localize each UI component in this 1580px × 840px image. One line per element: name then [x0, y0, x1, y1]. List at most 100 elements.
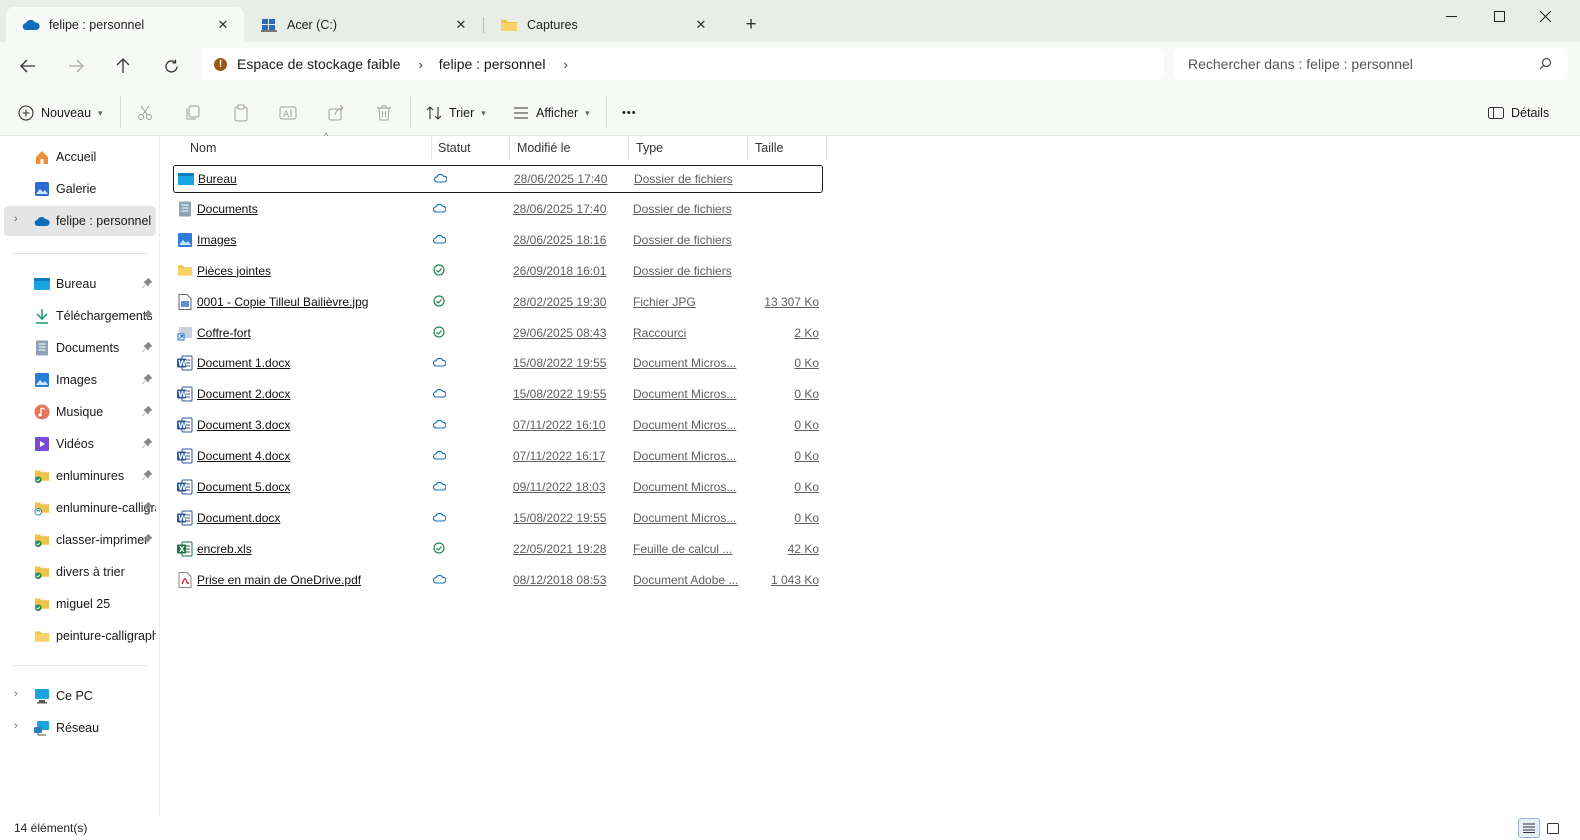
chevron-right-icon[interactable]: ›	[418, 57, 422, 72]
tiles-view-button[interactable]	[1542, 818, 1564, 838]
pin-icon[interactable]	[141, 469, 153, 483]
view-button[interactable]: Afficher ▾	[513, 98, 590, 128]
close-tab-icon[interactable]: ✕	[690, 14, 712, 36]
close-tab-icon[interactable]: ✕	[212, 14, 234, 36]
pin-icon[interactable]	[141, 533, 153, 547]
table-row[interactable]: W Document 2.docx 15/08/2022 19:55 Document…	[173, 381, 823, 409]
close-tab-icon[interactable]: ✕	[450, 14, 472, 36]
file-name[interactable]: Document 2.docx	[197, 387, 427, 401]
sidebar-item-peinture-calligraphie[interactable]: peinture-calligraphie	[4, 621, 156, 651]
refresh-button[interactable]	[155, 50, 187, 82]
rename-button[interactable]: A	[279, 98, 304, 128]
column-header-size[interactable]: Taille	[747, 136, 827, 160]
sidebar-item-ce-pc[interactable]: › Ce PC	[4, 681, 156, 711]
sidebar-item-videos[interactable]: Vidéos	[4, 429, 156, 459]
column-header-name[interactable]: Nom ^	[182, 131, 432, 160]
column-header-status[interactable]: Statut	[430, 136, 510, 160]
file-name[interactable]: Document 5.docx	[197, 480, 427, 494]
sidebar-item-bureau[interactable]: Bureau	[4, 269, 156, 299]
pin-icon[interactable]	[141, 277, 153, 291]
details-view-button[interactable]	[1518, 818, 1540, 838]
up-button[interactable]	[107, 50, 139, 82]
sidebar-item-telechargements[interactable]: Téléchargements	[4, 301, 156, 331]
chevron-right-icon[interactable]: ›	[14, 213, 18, 225]
address-bar[interactable]: ! Espace de stockage faible › felipe : p…	[202, 48, 1164, 80]
pin-icon[interactable]	[141, 405, 153, 419]
table-row[interactable]: W Document 4.docx 07/11/2022 16:17 Document…	[173, 443, 823, 471]
sidebar-item-enluminures[interactable]: enluminures	[4, 461, 156, 491]
file-name[interactable]: Document 3.docx	[197, 418, 427, 432]
sidebar-item-images[interactable]: Images	[4, 365, 156, 395]
column-header-type[interactable]: Type	[628, 136, 748, 160]
table-row[interactable]: 0001 - Copie Tilleul Bailièvre.jpg 28/02/…	[173, 289, 823, 317]
file-name[interactable]: encreb.xls	[197, 542, 427, 556]
chevron-right-icon[interactable]: ›	[563, 57, 567, 72]
sidebar-item-musique[interactable]: Musique	[4, 397, 156, 427]
svg-text:W: W	[178, 483, 187, 492]
minimize-button[interactable]	[1428, 0, 1474, 32]
file-name[interactable]: Coffre-fort	[197, 326, 427, 340]
table-row[interactable]: W Document 1.docx 15/08/2022 19:55 Document…	[173, 350, 823, 378]
sidebar-item-divers-a-trier[interactable]: divers à trier	[4, 557, 156, 587]
search-input[interactable]: Rechercher dans : felipe : personnel	[1188, 56, 1413, 72]
pin-icon[interactable]	[141, 373, 153, 387]
file-name[interactable]: Document.docx	[197, 511, 427, 525]
new-tab-button[interactable]: +	[738, 12, 764, 38]
details-label: Détails	[1511, 106, 1550, 120]
table-row[interactable]: Documents 28/06/2025 17:40 Dossier de fich…	[173, 196, 823, 224]
delete-button[interactable]	[375, 98, 400, 128]
pin-icon[interactable]	[141, 309, 153, 323]
sidebar-item-felipe-personnel[interactable]: › felipe : personnel	[4, 206, 156, 236]
tab-felipe-personnel[interactable]: felipe : personnel ✕	[6, 7, 244, 42]
chevron-right-icon[interactable]: ›	[14, 688, 18, 700]
sidebar-item-documents[interactable]: Documents	[4, 333, 156, 363]
pin-icon[interactable]	[141, 341, 153, 355]
table-row[interactable]: W Document 5.docx 09/11/2022 18:03 Document…	[173, 474, 823, 502]
table-row[interactable]: Images 28/06/2025 18:16 Dossier de fichier…	[173, 227, 823, 255]
tab-acer-c[interactable]: Acer (C:) ✕	[244, 7, 482, 42]
file-name[interactable]: 0001 - Copie Tilleul Bailièvre.jpg	[197, 295, 427, 309]
breadcrumb-storage-warning[interactable]: Espace de stockage faible	[237, 56, 400, 72]
table-row[interactable]: Prise en main de OneDrive.pdf 08/12/2018 …	[173, 567, 823, 595]
share-button[interactable]	[327, 98, 352, 128]
file-name[interactable]: Pièces jointes	[197, 264, 427, 278]
table-row[interactable]: Bureau 28/06/2025 17:40 Dossier de fichier…	[173, 165, 823, 193]
chevron-right-icon[interactable]: ›	[14, 720, 18, 732]
maximize-button[interactable]	[1476, 0, 1522, 32]
copy-button[interactable]	[184, 98, 209, 128]
pin-icon[interactable]	[141, 501, 153, 515]
back-button[interactable]	[12, 50, 44, 82]
close-window-button[interactable]	[1522, 0, 1568, 32]
new-button[interactable]: Nouveau ▾	[18, 98, 103, 128]
file-name[interactable]: Prise en main de OneDrive.pdf	[197, 573, 427, 587]
sidebar-item-reseau[interactable]: › Réseau	[4, 713, 156, 743]
table-row[interactable]: Xencreb.xls 22/05/2021 19:28 Feuille de ca…	[173, 536, 823, 564]
table-row[interactable]: W Document.docx 15/08/2022 19:55 Document M…	[173, 505, 823, 533]
forward-button[interactable]	[60, 50, 92, 82]
sidebar-item-label: Vidéos	[56, 437, 94, 451]
file-name[interactable]: Images	[197, 233, 427, 247]
item-count: 14 élément(s)	[14, 821, 88, 835]
details-pane-button[interactable]: Détails	[1488, 98, 1549, 128]
table-row[interactable]: Pièces jointes 26/09/2018 16:01 Dossier de…	[173, 258, 823, 286]
tab-captures[interactable]: Captures ✕	[484, 7, 722, 42]
file-name[interactable]: Document 1.docx	[197, 356, 427, 370]
sidebar-item-accueil[interactable]: Accueil	[4, 142, 156, 172]
search-box[interactable]: Rechercher dans : felipe : personnel	[1174, 48, 1568, 80]
table-row[interactable]: W Document 3.docx 07/11/2022 16:10 Document…	[173, 412, 823, 440]
file-name[interactable]: Bureau	[198, 172, 428, 186]
breadcrumb-felipe-personnel[interactable]: felipe : personnel	[439, 56, 546, 72]
file-name[interactable]: Documents	[197, 202, 427, 216]
sidebar-item-miguel-25[interactable]: miguel 25	[4, 589, 156, 619]
sidebar-item-classer-imprimer[interactable]: classer-imprimer	[4, 525, 156, 555]
sort-button[interactable]: Trier ▾	[426, 98, 486, 128]
more-options-button[interactable]: •••	[622, 98, 637, 128]
paste-button[interactable]	[232, 98, 257, 128]
sidebar-item-enluminure-calligraphie[interactable]: enluminure-calligraphie	[4, 493, 156, 523]
cut-button[interactable]	[136, 98, 161, 128]
pin-icon[interactable]	[141, 437, 153, 451]
sidebar-item-galerie[interactable]: Galerie	[4, 174, 156, 204]
column-header-modified[interactable]: Modifié le	[509, 136, 629, 160]
table-row[interactable]: Coffre-fort 29/06/2025 08:43 Raccourci 2 Ko	[173, 320, 823, 348]
file-name[interactable]: Document 4.docx	[197, 449, 427, 463]
